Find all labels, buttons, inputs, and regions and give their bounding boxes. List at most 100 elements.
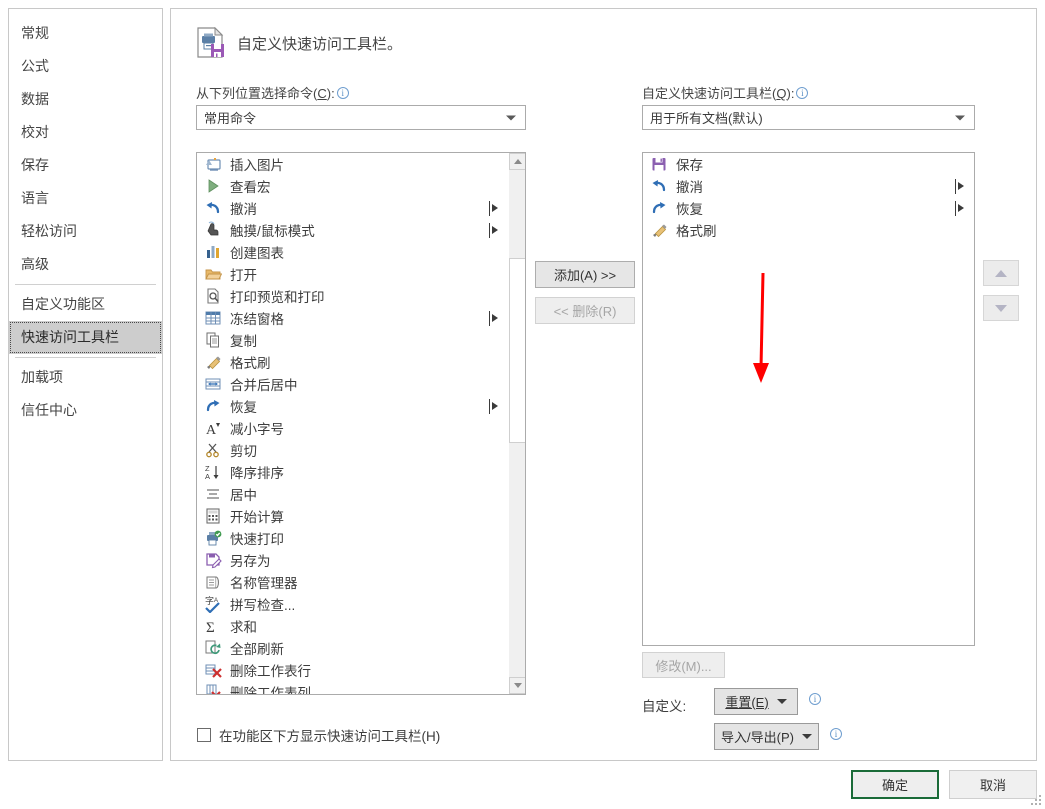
choose-commands-from-dropdown[interactable]: 常用命令 (196, 105, 526, 130)
submenu-divider (489, 201, 490, 216)
available-commands-scrollbar[interactable] (508, 153, 525, 694)
open-folder-icon (203, 265, 223, 283)
list-item[interactable]: 保存 (643, 153, 974, 175)
list-item-label: 插入图片 (230, 158, 284, 173)
sidebar-item-4[interactable]: 保存 (9, 149, 162, 182)
ok-button[interactable]: 确定 (851, 770, 939, 799)
info-icon[interactable]: i (830, 728, 842, 740)
list-item[interactable]: 查看宏 (197, 175, 508, 197)
triangle-down-icon (513, 683, 522, 688)
modify-button[interactable]: 修改(M)... (642, 652, 725, 678)
qat-commands-list[interactable]: 保存撤消 恢复格式刷 (642, 152, 975, 646)
format-painter-icon (649, 221, 669, 239)
list-item-label: 合并后居中 (230, 378, 298, 393)
sidebar-item-6[interactable]: 轻松访问 (9, 215, 162, 248)
info-icon[interactable]: i (336, 87, 349, 99)
list-item[interactable]: 快速打印 (197, 527, 508, 549)
list-item[interactable]: Z A 降序排序 (197, 461, 508, 483)
list-item[interactable]: 开始计算 (197, 505, 508, 527)
list-item[interactable]: 打印预览和打印 (197, 285, 508, 307)
save-floppy-icon (649, 155, 669, 173)
list-item[interactable]: 全部刷新 (197, 637, 508, 659)
show-below-ribbon-checkbox[interactable] (197, 728, 211, 742)
sidebar-item-7[interactable]: 高级 (9, 248, 162, 281)
import-export-button[interactable]: 导入/导出(P) (714, 723, 819, 750)
list-item[interactable]: 剪切 (197, 439, 508, 461)
list-item[interactable]: 冻结窗格 (197, 307, 508, 329)
show-below-ribbon-checkbox-row[interactable]: 在功能区下方显示快速访问工具栏(H) (197, 725, 440, 745)
list-item-label: 复制 (230, 334, 257, 349)
list-item[interactable]: 插入图片 (197, 153, 508, 175)
scrollbar-thumb[interactable] (509, 258, 525, 443)
sidebar-item-label: 数据 (21, 91, 49, 107)
sidebar-item-1[interactable]: 公式 (9, 50, 162, 83)
cancel-button[interactable]: 取消 (949, 770, 1037, 799)
sidebar-item-label: 语言 (21, 190, 49, 206)
submenu-divider (955, 201, 956, 216)
submenu-arrow-icon[interactable] (958, 204, 964, 212)
submenu-divider (489, 311, 490, 326)
available-commands-list[interactable]: 插入图片查看宏 撤消 触摸/鼠标模式 创建图表 打开 打印预览和打印 冻结窗格复制格式刷合并… (196, 152, 526, 695)
list-item[interactable]: 恢复 (197, 395, 508, 417)
sidebar-item-10[interactable]: 加载项 (9, 361, 162, 394)
submenu-arrow-icon[interactable] (492, 204, 498, 212)
choose-commands-value: 常用命令 (204, 111, 257, 126)
list-item[interactable]: 字 A 拼写检查... (197, 593, 508, 615)
list-item[interactable]: 另存为 (197, 549, 508, 571)
remove-button[interactable]: << 删除(R) (535, 297, 635, 324)
sidebar-separator (15, 284, 156, 285)
list-item[interactable]: A 减小字号 (197, 417, 508, 439)
list-item[interactable]: 创建图表 (197, 241, 508, 263)
sidebar-item-label: 常规 (21, 25, 49, 41)
sort-descending-icon: ZA (203, 463, 223, 481)
list-item-label: 格式刷 (676, 224, 717, 239)
submenu-arrow-icon[interactable] (492, 402, 498, 410)
list-item[interactable]: 格式刷 (197, 351, 508, 373)
list-item[interactable]: 居中 (197, 483, 508, 505)
customize-qat-scope-dropdown[interactable]: 用于所有文档(默认) (642, 105, 975, 130)
list-item-label: 降序排序 (230, 466, 284, 481)
list-item[interactable]: 撤消 (643, 175, 974, 197)
list-item[interactable]: 删除工作表行 (197, 659, 508, 681)
move-up-button[interactable] (983, 260, 1019, 286)
decrease-font-size-icon: A (203, 419, 223, 437)
list-item[interactable]: 撤消 (197, 197, 508, 219)
sidebar-item-label: 信任中心 (21, 402, 77, 418)
list-item[interactable]: 名称管理器 (197, 571, 508, 593)
info-icon[interactable]: i (809, 693, 821, 705)
sidebar-item-0[interactable]: 常规 (9, 17, 162, 50)
submenu-divider (489, 399, 490, 414)
sidebar-item-11[interactable]: 信任中心 (9, 394, 162, 427)
sidebar-item-2[interactable]: 数据 (9, 83, 162, 116)
list-item[interactable]: 打开 (197, 263, 508, 285)
resize-grip[interactable] (1031, 795, 1042, 806)
scroll-up-button[interactable] (509, 153, 525, 170)
list-item[interactable]: 恢复 (643, 197, 974, 219)
format-painter-icon (203, 353, 223, 371)
submenu-arrow-icon[interactable] (492, 226, 498, 234)
sidebar-item-9[interactable]: 快速访问工具栏 (9, 321, 162, 354)
list-item[interactable]: 触摸/鼠标模式 (197, 219, 508, 241)
info-icon[interactable]: i (796, 87, 809, 99)
list-item-label: 删除工作表列 (230, 686, 311, 695)
scroll-down-button[interactable] (509, 677, 525, 694)
sidebar-item-3[interactable]: 校对 (9, 116, 162, 149)
list-item[interactable]: 复制 (197, 329, 508, 351)
list-item[interactable]: 删除工作表列 (197, 681, 508, 695)
list-item[interactable]: Σ 求和 (197, 615, 508, 637)
sidebar-item-8[interactable]: 自定义功能区 (9, 288, 162, 321)
delete-sheet-columns-icon (203, 683, 223, 694)
sidebar-item-5[interactable]: 语言 (9, 182, 162, 215)
settings-sidebar: 常规公式数据校对 保存语言轻松访问 高级自定义功能区 快速访问工具栏 加载项信任中心 (8, 8, 163, 761)
list-item-label: 保存 (676, 158, 703, 173)
reset-button[interactable]: 重置(E) (714, 688, 798, 715)
move-down-button[interactable] (983, 295, 1019, 321)
list-item[interactable]: 格式刷 (643, 219, 974, 241)
submenu-arrow-icon[interactable] (492, 314, 498, 322)
print-preview-icon (203, 287, 223, 305)
save-as-icon (203, 551, 223, 569)
delete-sheet-rows-icon (203, 661, 223, 679)
submenu-arrow-icon[interactable] (958, 182, 964, 190)
list-item[interactable]: 合并后居中 (197, 373, 508, 395)
add-button[interactable]: 添加(A) >> (535, 261, 635, 288)
